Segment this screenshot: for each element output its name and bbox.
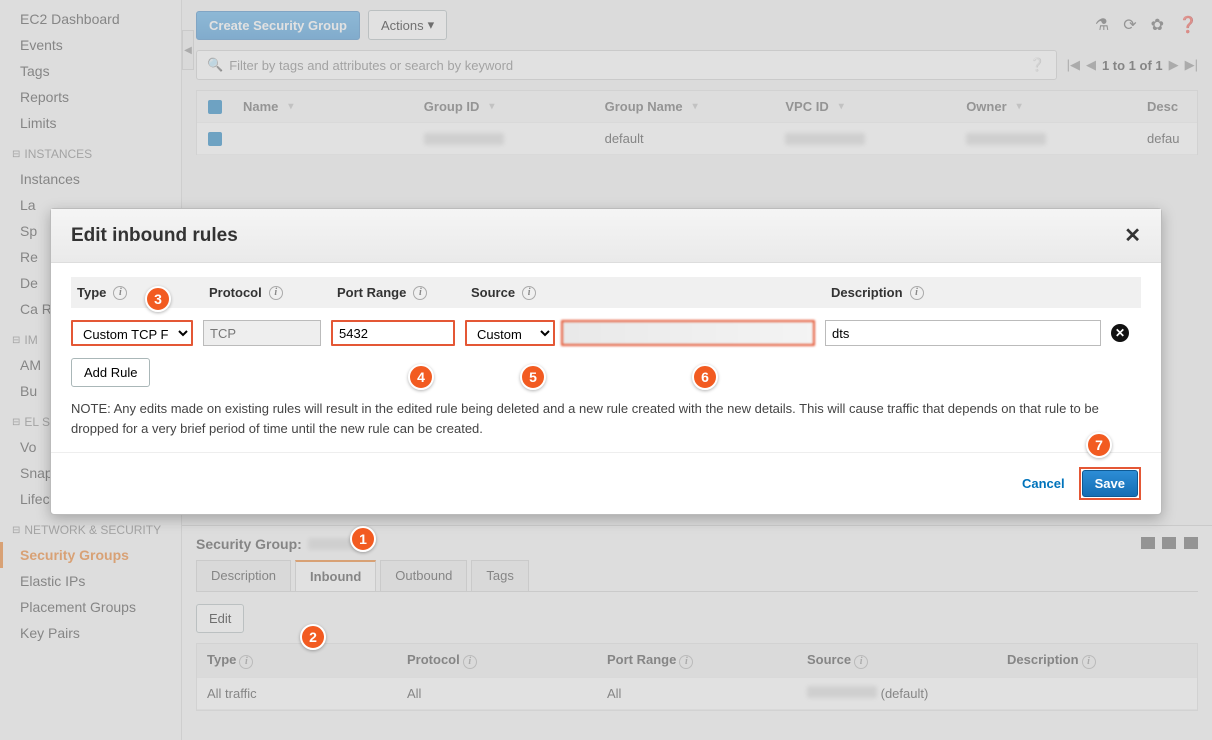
- rule-source-type-select[interactable]: Custom: [465, 320, 555, 346]
- col-type-label: Type: [77, 285, 106, 300]
- modal-overlay: Edit inbound rules ✕ Typei Protocoli Por…: [0, 0, 1212, 740]
- rule-header: Typei Protocoli Port Rangei Sourcei Desc…: [71, 277, 1141, 308]
- info-icon[interactable]: i: [522, 286, 536, 300]
- rule-description-input[interactable]: [825, 320, 1101, 346]
- rule-source-value-input[interactable]: [561, 320, 815, 346]
- cancel-button[interactable]: Cancel: [1022, 476, 1065, 491]
- edit-inbound-rules-modal: Edit inbound rules ✕ Typei Protocoli Por…: [50, 208, 1162, 515]
- modal-header: Edit inbound rules ✕: [51, 209, 1161, 263]
- col-protocol-label: Protocol: [209, 285, 262, 300]
- rule-protocol-input: [203, 320, 321, 346]
- add-rule-button[interactable]: Add Rule: [71, 358, 150, 387]
- close-icon[interactable]: ✕: [1124, 223, 1141, 248]
- rule-type-select[interactable]: Custom TCP F: [71, 320, 193, 346]
- info-icon[interactable]: i: [269, 286, 283, 300]
- info-icon[interactable]: i: [413, 286, 427, 300]
- modal-footer: Cancel Save: [51, 452, 1161, 514]
- delete-rule-icon[interactable]: ✕: [1111, 324, 1129, 342]
- modal-title: Edit inbound rules: [71, 225, 238, 247]
- info-icon[interactable]: i: [910, 286, 924, 300]
- modal-note: NOTE: Any edits made on existing rules w…: [71, 399, 1141, 438]
- modal-body: Typei Protocoli Port Rangei Sourcei Desc…: [51, 263, 1161, 452]
- col-source-label: Source: [471, 285, 515, 300]
- save-button[interactable]: Save: [1082, 470, 1138, 497]
- rule-row: Custom TCP F Custom: [71, 320, 1141, 346]
- col-port-label: Port Range: [337, 285, 406, 300]
- col-desc-label: Description: [831, 285, 903, 300]
- rule-port-input[interactable]: [331, 320, 455, 346]
- info-icon[interactable]: i: [113, 286, 127, 300]
